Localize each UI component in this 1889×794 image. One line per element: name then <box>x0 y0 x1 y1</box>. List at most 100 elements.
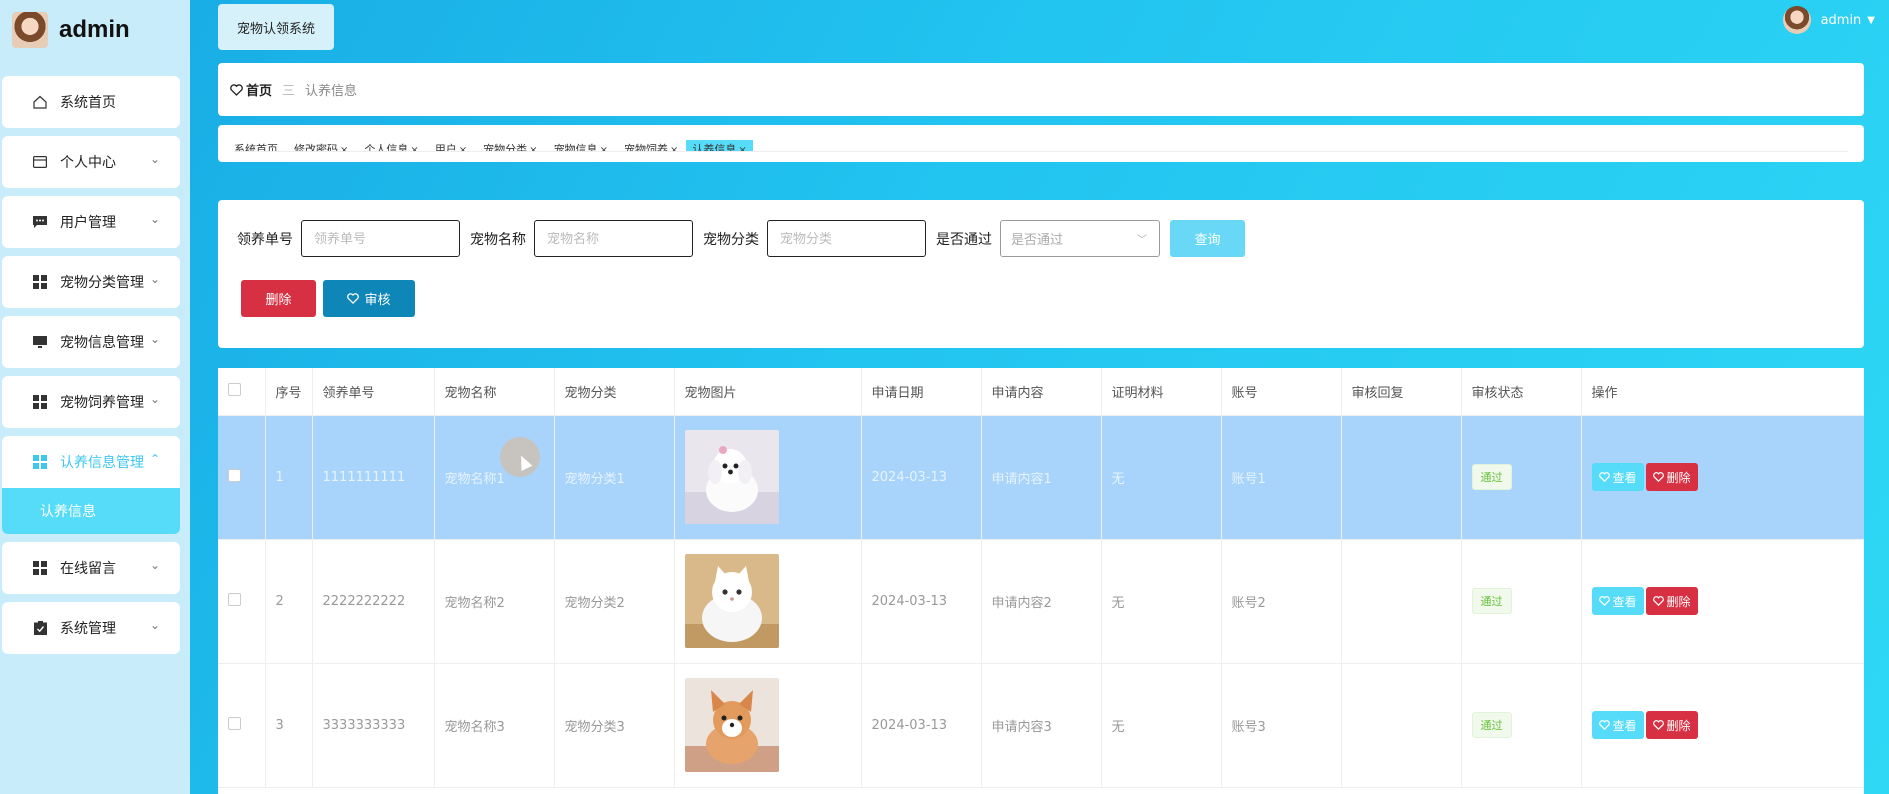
chevron-down-icon: ⌄ <box>149 392 160 406</box>
audit-button-label: 审核 <box>364 292 391 307</box>
card-icon <box>32 154 48 170</box>
index-cell: 2 <box>265 539 313 664</box>
order-no-label: 领养单号 <box>237 231 293 248</box>
avatar <box>1782 6 1811 34</box>
index-cell: 3 <box>265 663 313 788</box>
reply-cell <box>1341 539 1462 664</box>
row-delete-button[interactable]: 删除 <box>1645 463 1698 491</box>
column-header: 宠物图片 <box>674 368 862 416</box>
order-no-input[interactable] <box>301 220 460 257</box>
view-button[interactable]: 查看 <box>1591 587 1644 615</box>
monitor-icon <box>32 334 48 350</box>
brand-title: admin <box>59 16 130 43</box>
heart-icon <box>1652 720 1664 730</box>
row-checkbox[interactable] <box>228 468 241 482</box>
breadcrumb-home[interactable]: 首页 <box>230 80 272 99</box>
sidebar-item-system[interactable]: 系统管理 ⌄ <box>2 602 180 654</box>
content-cell: 申请内容1 <box>981 415 1102 540</box>
content-cell: 申请内容2 <box>981 539 1102 664</box>
view-button[interactable]: 查看 <box>1591 463 1644 491</box>
row-delete-button[interactable]: 删除 <box>1645 587 1698 615</box>
chevron-down-icon: ⌄ <box>149 332 160 346</box>
column-header: 审核状态 <box>1461 368 1582 416</box>
sidebar-subitem-label: 认养信息 <box>40 504 96 520</box>
row-select-cell[interactable] <box>218 539 266 664</box>
row-select-cell[interactable] <box>218 663 266 788</box>
pet-image-cell <box>674 415 862 540</box>
row-checkbox[interactable] <box>228 592 241 606</box>
status-badge: 通过 <box>1471 464 1512 490</box>
reply-cell <box>1341 663 1462 788</box>
approve-select[interactable]: 是否通过 ﹀ <box>1000 220 1160 257</box>
date-cell: 2024-03-13 <box>861 663 982 788</box>
adoption-table: 序号 领养单号 宠物名称 宠物分类 宠物图片 申请日期 申请内容 证明材料 账号… <box>218 368 1864 788</box>
sidebar-item-home[interactable]: 系统首页 <box>2 76 180 128</box>
status-badge: 通过 <box>1471 712 1512 738</box>
row-checkbox[interactable] <box>228 716 241 730</box>
content-cell: 申请内容3 <box>981 663 1102 788</box>
pet-photo-corgi-puppy[interactable] <box>684 678 779 772</box>
home-icon <box>32 94 48 110</box>
view-button[interactable]: 查看 <box>1591 711 1644 739</box>
sidebar-item-label: 系统首页 <box>60 95 116 111</box>
sidebar-item-label: 宠物饲养管理 <box>60 395 144 411</box>
grid-icon <box>32 274 48 290</box>
chat-icon <box>32 214 48 230</box>
category-cell: 宠物分类2 <box>554 539 675 664</box>
chevron-up-icon: ⌃ <box>149 452 160 466</box>
table-row[interactable]: 3 3333333333 宠物名称3 宠物分类3 2024-03-13 申请内容… <box>218 663 1864 788</box>
select-all-checkbox[interactable] <box>228 382 241 396</box>
column-header: 申请内容 <box>981 368 1102 416</box>
brand: admin <box>12 10 130 50</box>
date-cell: 2024-03-13 <box>861 415 982 540</box>
heart-icon <box>230 83 243 96</box>
grid-icon <box>32 454 48 470</box>
system-name: 宠物认领系统 <box>236 21 315 37</box>
brand-avatar <box>12 12 48 48</box>
query-button[interactable]: 查询 <box>1170 220 1245 257</box>
sidebar-item-label: 个人中心 <box>60 155 116 171</box>
audit-button[interactable]: 审核 <box>323 280 415 317</box>
sidebar-item-pet-raising[interactable]: 宠物饲养管理 ⌄ <box>2 376 180 428</box>
chevron-down-icon: ⌄ <box>149 212 160 226</box>
sidebar-item-pet-category[interactable]: 宠物分类管理 ⌄ <box>2 256 180 308</box>
heart-icon <box>1598 596 1610 606</box>
pet-image-cell <box>674 539 862 664</box>
pet-category-input[interactable] <box>767 220 926 257</box>
pet-photo-white-puppy[interactable] <box>684 430 779 524</box>
sidebar-item-adoption[interactable]: 认养信息管理 ⌃ <box>2 436 180 488</box>
view-button-label: 查看 <box>1612 594 1637 609</box>
account-cell: 账号2 <box>1221 539 1342 664</box>
pet-name-cell: 宠物名称3 <box>434 663 555 788</box>
delete-button[interactable]: 删除 <box>241 280 316 317</box>
sidebar-item-messages[interactable]: 在线留言 ⌄ <box>2 542 180 594</box>
view-button-label: 查看 <box>1612 718 1637 733</box>
table-header-row: 序号 领养单号 宠物名称 宠物分类 宠物图片 申请日期 申请内容 证明材料 账号… <box>218 368 1864 416</box>
chevron-down-icon: ﹀ <box>1137 235 1147 246</box>
view-button-label: 查看 <box>1612 470 1637 485</box>
pet-photo-white-kitten[interactable] <box>684 554 779 648</box>
table-row[interactable]: 1 1111111111 宠物名称1 宠物分类1 2024-03-13 申请内容… <box>218 415 1864 540</box>
row-delete-button[interactable]: 删除 <box>1645 711 1698 739</box>
breadcrumb-separator: 三 <box>282 84 296 99</box>
sidebar-item-pet-info[interactable]: 宠物信息管理 ⌄ <box>2 316 180 368</box>
select-all-cell[interactable] <box>218 368 266 416</box>
column-header: 宠物分类 <box>554 368 675 416</box>
table-row[interactable]: 2 2222222222 宠物名称2 宠物分类2 2024-03-13 申请内容… <box>218 539 1864 664</box>
sidebar-item-label: 宠物分类管理 <box>60 275 144 291</box>
chevron-down-icon: ⌄ <box>149 618 160 632</box>
approve-label: 是否通过 <box>936 231 992 248</box>
proof-cell: 无 <box>1101 539 1222 664</box>
status-cell: 通过 <box>1461 415 1582 540</box>
pet-name-input[interactable] <box>534 220 693 257</box>
row-select-cell[interactable] <box>218 415 266 540</box>
sidebar-item-users[interactable]: 用户管理 ⌄ <box>2 196 180 248</box>
user-menu[interactable]: admin ▼ <box>1782 6 1875 34</box>
status-cell: 通过 <box>1461 663 1582 788</box>
chevron-down-icon: ⌄ <box>149 558 160 572</box>
column-header: 序号 <box>265 368 313 416</box>
sidebar-item-label: 系统管理 <box>60 621 116 637</box>
sidebar-subitem-adoption-info[interactable]: 认养信息 <box>2 488 180 534</box>
breadcrumb-current: 认养信息 <box>305 84 358 99</box>
sidebar-item-personal[interactable]: 个人中心 ⌄ <box>2 136 180 188</box>
